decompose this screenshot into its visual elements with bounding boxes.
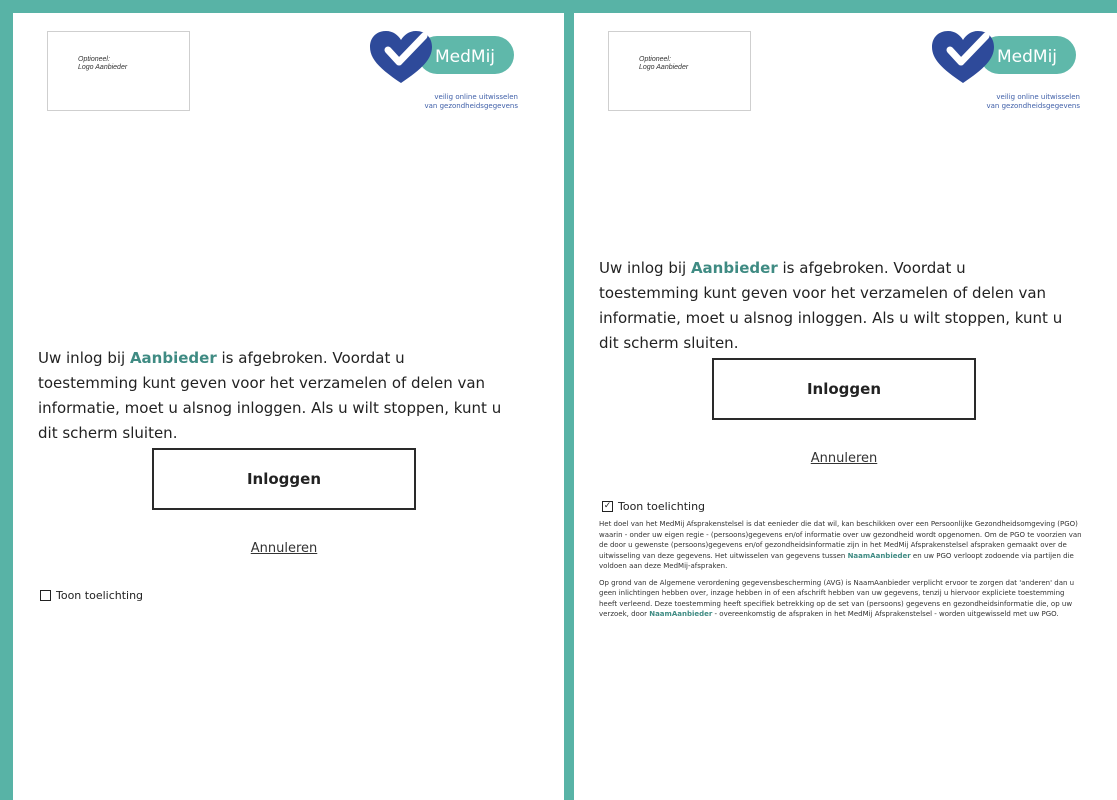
- screen-frame: Optioneel: Logo Aanbieder MedMij veilig …: [0, 0, 1117, 800]
- cancel-link[interactable]: Annuleren: [773, 451, 915, 466]
- login-button[interactable]: Inloggen: [152, 448, 416, 510]
- medmij-wordmark: MedMij: [435, 47, 495, 67]
- show-explanation-toggle[interactable]: ✓ Toon toelichting: [602, 500, 705, 513]
- medmij-heart-icon: MedMij: [370, 31, 514, 83]
- interrupted-message: Uw inlog bij Aanbieder is afgebroken. Vo…: [599, 259, 1063, 352]
- show-explanation-toggle[interactable]: Toon toelichting: [40, 589, 143, 602]
- provider-name: Aanbieder: [129, 349, 217, 367]
- explanation-text: Het doel van het MedMij Afsprakenstelsel…: [599, 519, 1084, 626]
- provider-name-inline: NaamAanbieder: [847, 551, 911, 560]
- medmij-logo: MedMij veilig online uitwisselen van gez…: [930, 29, 1080, 115]
- checkbox-checked-icon[interactable]: ✓: [602, 501, 613, 512]
- logo-placeholder-line2: Logo Aanbieder: [78, 64, 128, 71]
- medmij-tagline-1: veilig online uitwisselen: [434, 93, 518, 101]
- provider-logo-placeholder: Optioneel: Logo Aanbieder: [47, 31, 190, 111]
- medmij-tagline-2: van gezondheidsgegevens: [424, 102, 519, 110]
- cancel-link[interactable]: Annuleren: [213, 541, 355, 556]
- medmij-logo: MedMij veilig online uitwisselen van gez…: [368, 29, 518, 115]
- provider-name: Aanbieder: [690, 259, 778, 277]
- panel-expanded: Optioneel: Logo Aanbieder MedMij veilig …: [574, 13, 1117, 800]
- toggle-label: Toon toelichting: [618, 500, 706, 513]
- explanation-paragraph-2: Op grond van de Algemene verordening geg…: [599, 578, 1075, 619]
- explanation-paragraph-1: Het doel van het MedMij Afsprakenstelsel…: [599, 520, 1082, 570]
- login-button[interactable]: Inloggen: [712, 358, 976, 420]
- checkbox-unchecked-icon[interactable]: [40, 590, 51, 601]
- medmij-tagline-1: veilig online uitwisselen: [996, 93, 1080, 101]
- logo-placeholder-line1: Optioneel:: [78, 56, 110, 63]
- medmij-heart-icon: MedMij: [932, 31, 1076, 83]
- provider-logo-placeholder: Optioneel: Logo Aanbieder: [608, 31, 751, 111]
- logo-placeholder-line2: Logo Aanbieder: [639, 64, 689, 71]
- toggle-label: Toon toelichting: [56, 589, 144, 602]
- interrupted-message: Uw inlog bij Aanbieder is afgebroken. Vo…: [38, 349, 502, 442]
- provider-name-inline: NaamAanbieder: [649, 610, 713, 618]
- logo-placeholder-line1: Optioneel:: [639, 56, 671, 63]
- medmij-wordmark: MedMij: [997, 47, 1057, 67]
- medmij-tagline-2: van gezondheidsgegevens: [986, 102, 1081, 110]
- panel-collapsed: Optioneel: Logo Aanbieder MedMij veilig …: [13, 13, 564, 800]
